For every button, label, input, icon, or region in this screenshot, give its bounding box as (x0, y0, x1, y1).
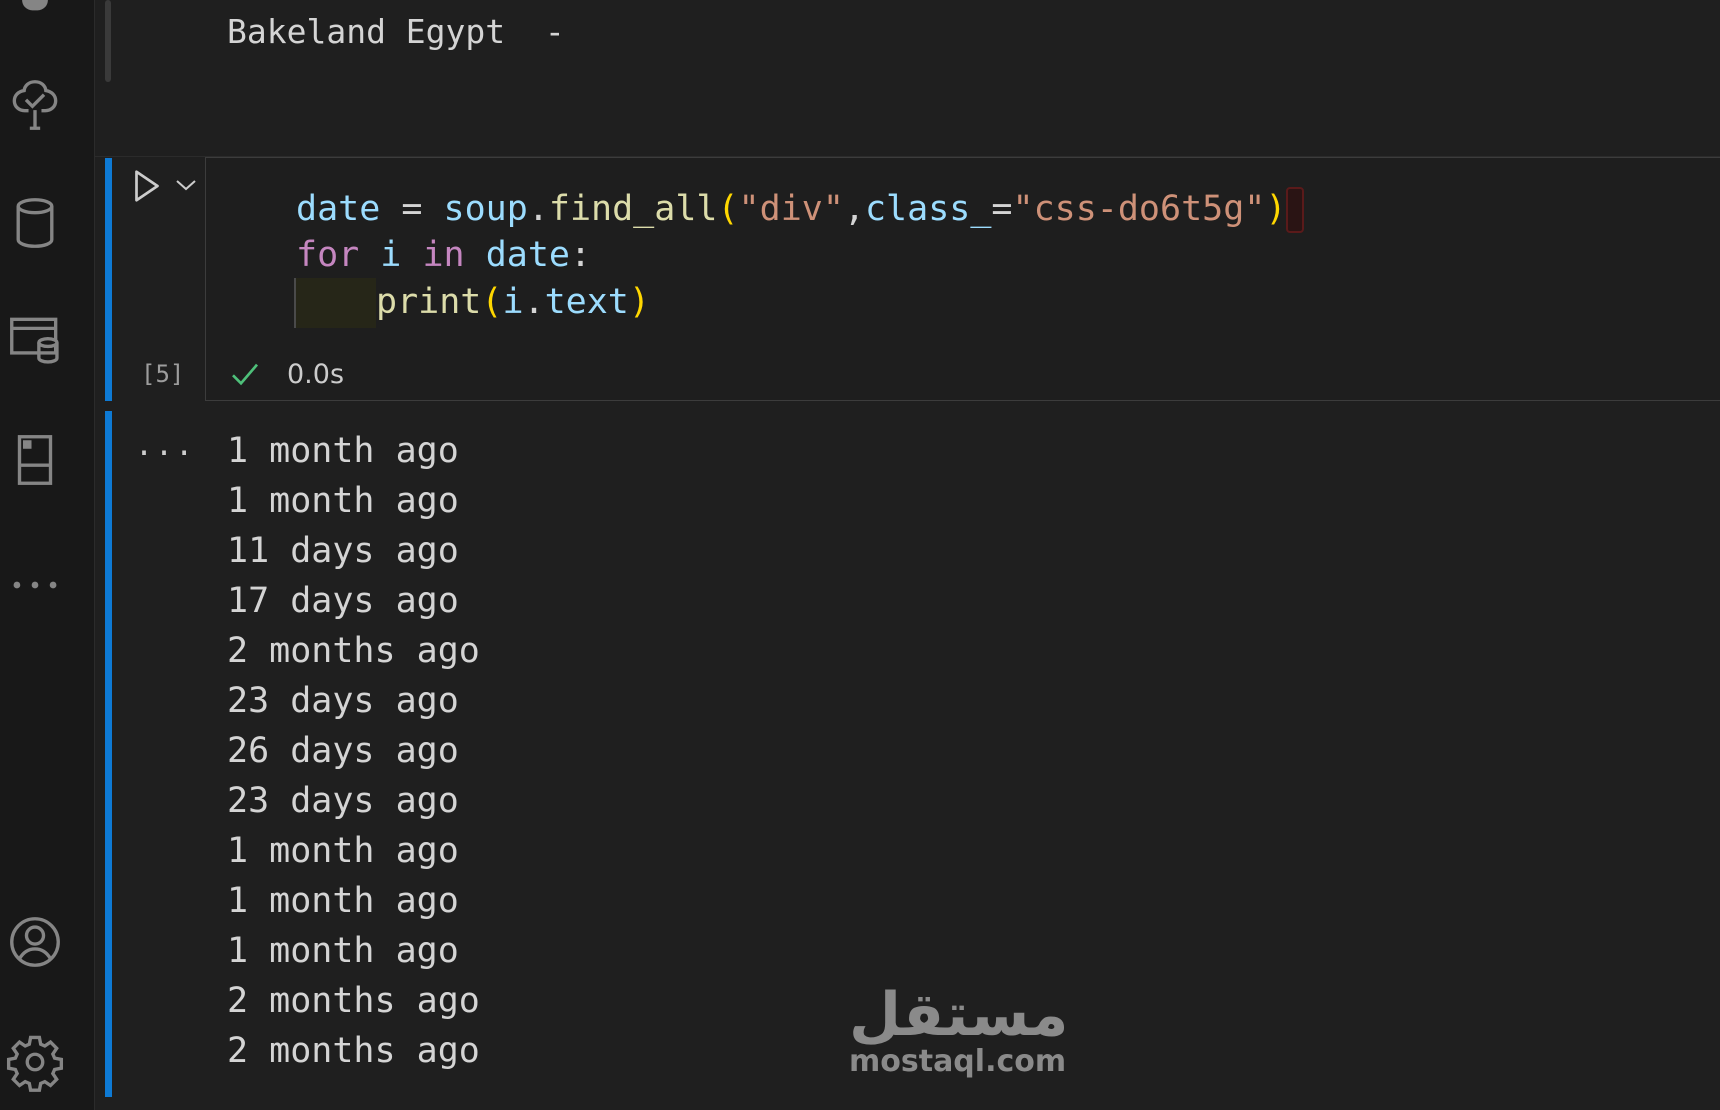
output-cell-indicator (105, 411, 112, 1097)
token: text (544, 282, 629, 322)
token: = (991, 189, 1013, 229)
token: class_ (864, 189, 992, 229)
output-line: 2 months ago (227, 631, 480, 671)
token: ) (628, 282, 650, 322)
indent-guide (294, 278, 376, 328)
chevron-down-icon (176, 180, 196, 191)
token: date (296, 189, 381, 229)
token: find_all (548, 189, 718, 229)
token: i (380, 235, 402, 275)
output-line: 23 days ago (227, 781, 459, 821)
output-line: 23 days ago (227, 681, 459, 721)
token: ( (481, 282, 503, 322)
token: , (843, 189, 865, 229)
output-line: 17 days ago (227, 581, 459, 621)
output-line: 26 days ago (227, 731, 459, 771)
output-line: 1 month ago (227, 881, 459, 921)
token: = (380, 189, 444, 229)
output-line: 1 month ago (227, 481, 459, 521)
token: ) (1265, 189, 1287, 229)
run-options-dropdown[interactable] (173, 172, 199, 198)
cell-output: 1 month ago 1 month ago 11 days ago 17 days… (227, 426, 480, 1076)
token: in (422, 235, 465, 275)
token: "div" (738, 189, 844, 229)
code-cell-indicator (105, 158, 112, 401)
markdown-cell-indicator (105, 0, 111, 82)
token: i (502, 282, 524, 322)
token: for (296, 235, 360, 275)
output-more-button[interactable]: ... (135, 428, 195, 463)
run-debug-icon[interactable] (0, 0, 70, 35)
code-line-2: for i in date: (296, 232, 591, 278)
settings-icon[interactable] (0, 1027, 70, 1097)
notebook-editor: Bakeland Egypt - [5] date = soup.find_al… (95, 0, 1720, 1110)
check-icon (232, 363, 259, 386)
more-icon[interactable] (0, 550, 70, 620)
execution-count: [5] (141, 360, 185, 388)
run-cell-button[interactable] (129, 166, 165, 206)
token: soup (443, 189, 528, 229)
output-line: 1 month ago (227, 931, 459, 971)
remote-explorer-icon[interactable] (0, 305, 70, 375)
output-line: 1 month ago (227, 831, 459, 871)
database-icon[interactable] (0, 188, 70, 258)
token: : (569, 235, 592, 275)
activity-bar (0, 0, 95, 1110)
output-line: 1 month ago (227, 431, 459, 471)
code-editor[interactable]: date = soup.find_all("div",class_="css-d… (205, 157, 1720, 401)
watermark-logo: مستقل (849, 980, 1069, 1050)
output-line: 2 months ago (227, 1031, 480, 1071)
output-line: 11 days ago (227, 531, 459, 571)
execution-duration: 0.0s (287, 358, 345, 390)
watermark: مستقل mostaql.com (849, 980, 1069, 1079)
token: date (485, 235, 570, 275)
testing-icon[interactable] (0, 70, 70, 140)
cell-status: 0.0s (229, 352, 344, 396)
watermark-domain: mostaql.com (849, 1044, 1067, 1079)
token: print (376, 282, 482, 322)
account-icon[interactable] (0, 907, 70, 977)
token: . (523, 282, 545, 322)
text-cursor (1286, 187, 1305, 233)
token: . (527, 189, 549, 229)
play-icon (135, 170, 159, 202)
code-line-3: print(i.text) (294, 278, 650, 328)
code-line-1: date = soup.find_all("div",class_="css-d… (296, 186, 1305, 233)
markdown-cell-text: Bakeland Egypt - (227, 12, 565, 51)
output-line: 2 months ago (227, 981, 480, 1021)
token: ( (717, 189, 739, 229)
notebook-icon[interactable] (0, 425, 70, 495)
token: "css-do6t5g" (1012, 189, 1266, 229)
